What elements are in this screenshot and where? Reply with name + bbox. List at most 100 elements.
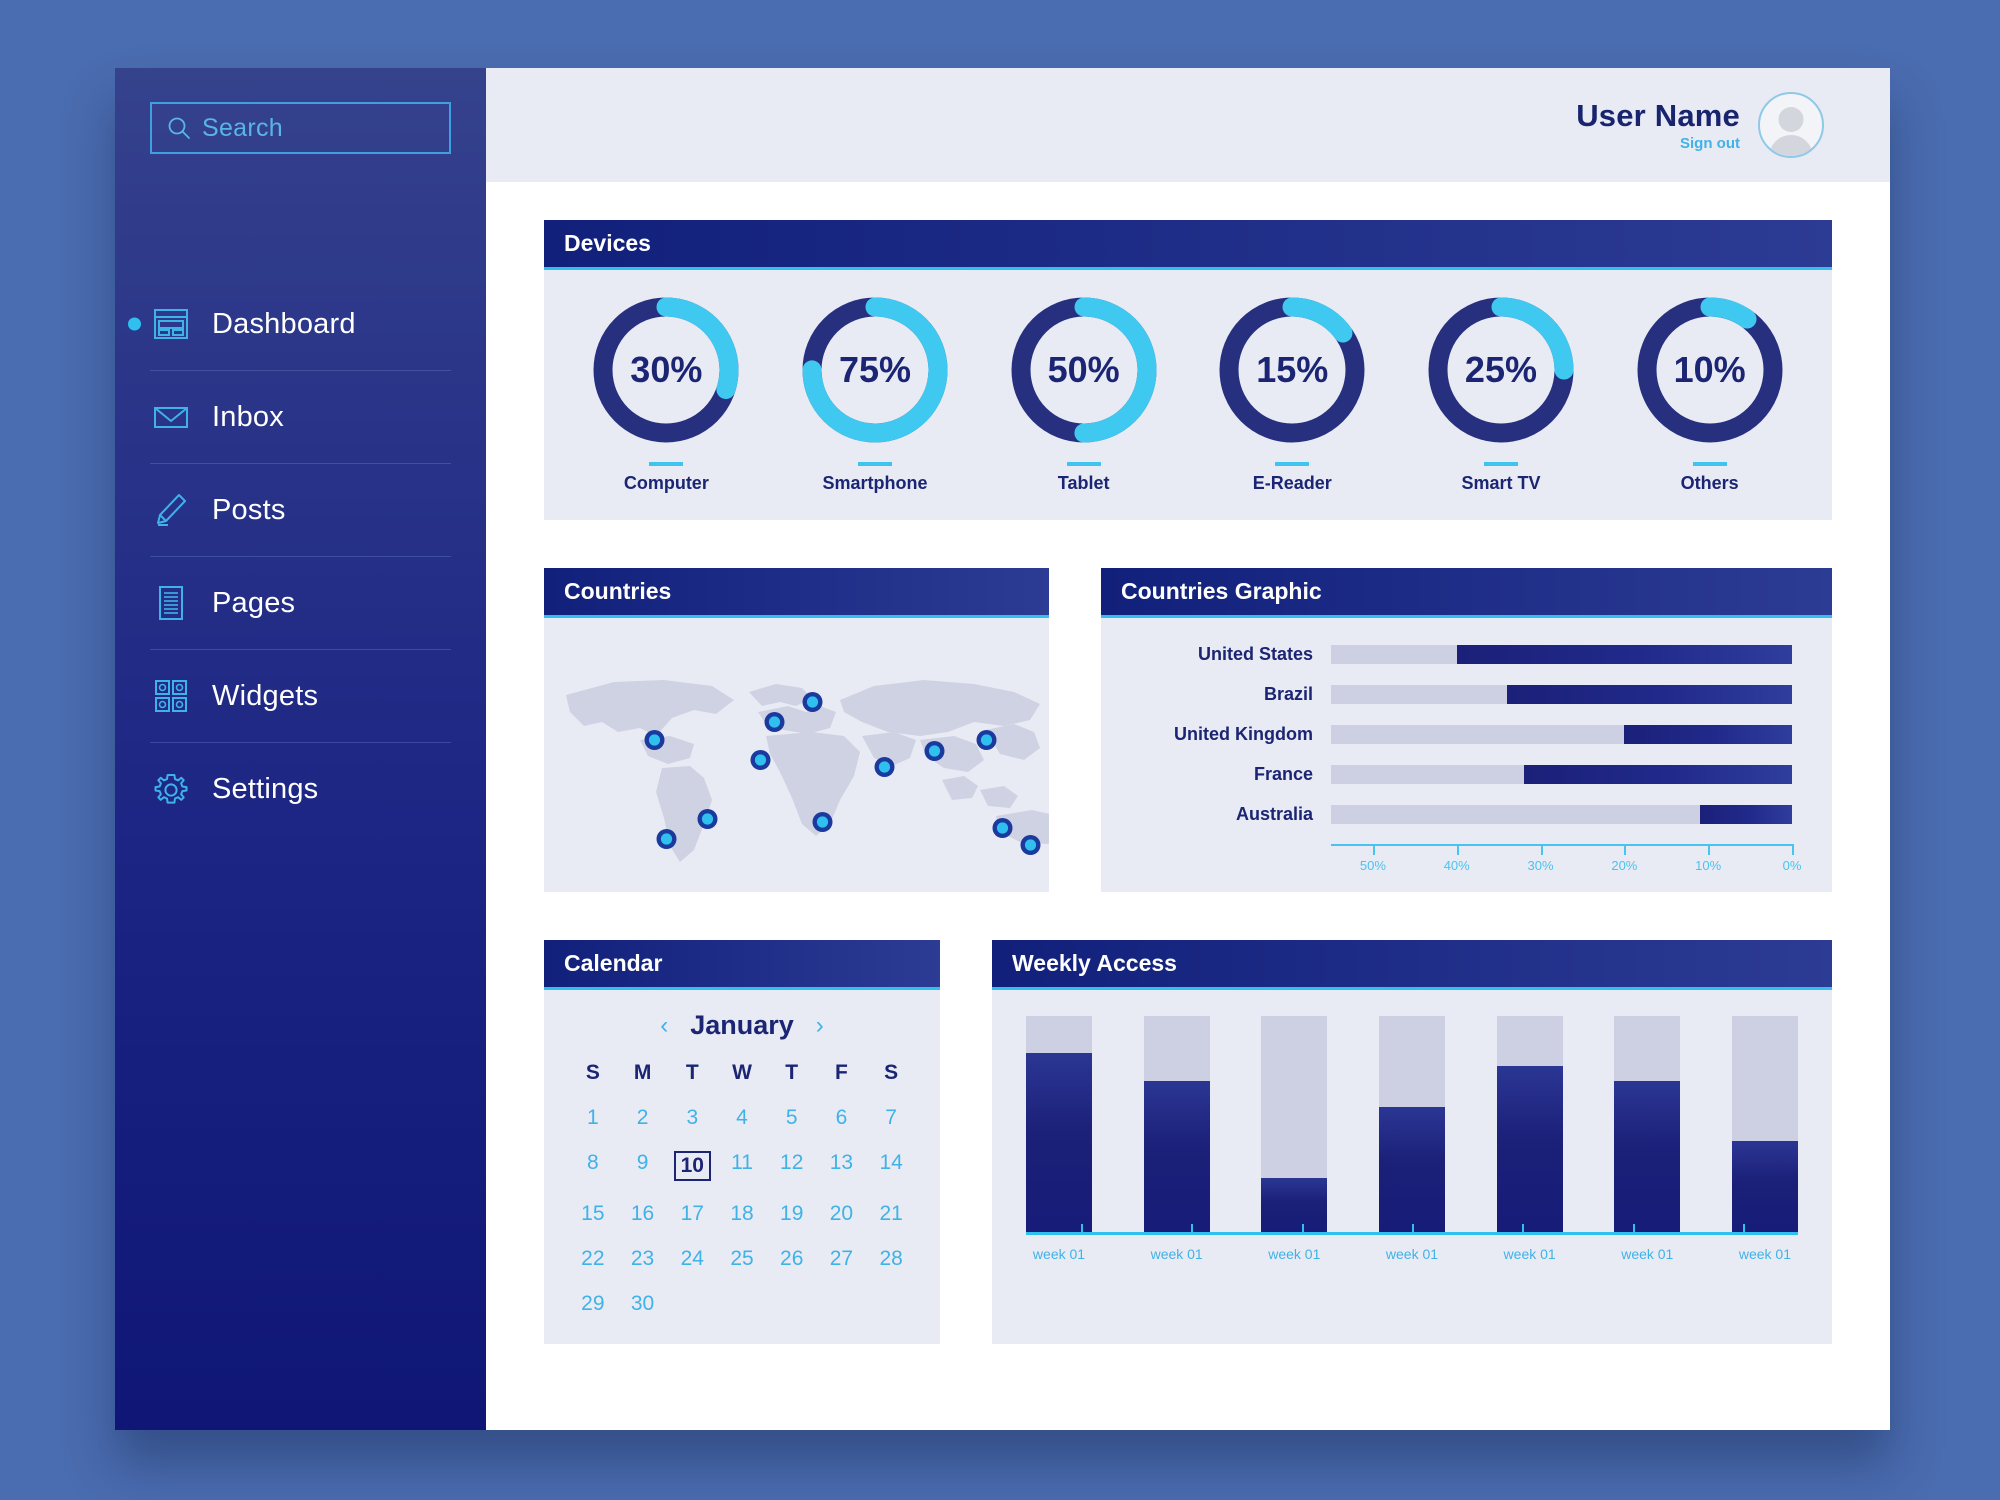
calendar-dow: S	[585, 1061, 600, 1084]
device-gauge: 15% E-Reader	[1214, 292, 1370, 494]
sidebar-item-dashboard[interactable]: Dashboard	[128, 278, 451, 371]
calendar-day[interactable]: 3	[667, 1100, 717, 1136]
weekly-bar-track	[1378, 1016, 1445, 1232]
weekly-bar-label: week 01	[1385, 1246, 1439, 1262]
calendar-day[interactable]: 8	[568, 1145, 618, 1187]
weekly-bar[interactable]	[1496, 1016, 1563, 1232]
sign-out-link[interactable]: Sign out	[1576, 135, 1740, 152]
sidebar-item-label: Inbox	[212, 400, 284, 433]
weekly-bar[interactable]	[1026, 1016, 1092, 1232]
calendar-day[interactable]: 2	[618, 1100, 668, 1136]
axis-tick	[1456, 844, 1459, 855]
weekly-bar-fill	[1143, 1080, 1210, 1232]
country-label: United Kingdom	[1174, 724, 1313, 744]
axis-tick	[1372, 844, 1375, 855]
country-bar-fill	[1507, 685, 1792, 704]
calendar-day[interactable]: 28	[866, 1241, 916, 1277]
weekly-bar[interactable]	[1378, 1016, 1445, 1232]
calendar-day[interactable]: 7	[866, 1100, 916, 1136]
weekly-bar[interactable]	[1261, 1016, 1328, 1232]
sidebar-item-label: Settings	[212, 773, 319, 805]
weekly-bar-fill	[1378, 1106, 1445, 1232]
next-month-button[interactable]: ›	[816, 1013, 824, 1038]
calendar-dow: W	[732, 1061, 752, 1084]
calendar-day[interactable]: 6	[817, 1100, 867, 1136]
calendar-day[interactable]: 30	[618, 1286, 668, 1322]
calendar-day[interactable]: 22	[568, 1241, 618, 1277]
weekly-axis-tick	[1191, 1224, 1194, 1232]
calendar-day[interactable]: 18	[717, 1196, 767, 1232]
calendar-day[interactable]: 26	[767, 1241, 817, 1277]
sidebar-item-pages[interactable]: Pages	[150, 557, 451, 650]
calendar-day[interactable]: 4	[717, 1100, 767, 1136]
axis-tick	[1624, 844, 1627, 855]
avatar-body	[1769, 135, 1813, 156]
sidebar-item-posts[interactable]: Posts	[150, 464, 451, 557]
weekly-bar[interactable]	[1731, 1016, 1798, 1232]
sidebar-item-label: Pages	[212, 586, 296, 619]
avatar-head	[1778, 107, 1804, 132]
search-icon	[166, 115, 192, 141]
sidebar-item-inbox[interactable]: Inbox	[150, 371, 451, 464]
donut-value: 10%	[1673, 349, 1746, 390]
weekly-axis-tick	[1412, 1224, 1414, 1232]
weekly-bar[interactable]	[1614, 1016, 1681, 1232]
weekly-bar-label: week 01	[1268, 1246, 1321, 1262]
sidebar-nav: Dashboard Inbox Posts Pages Widgets Sett…	[115, 278, 486, 836]
country-bar-track	[1331, 725, 1792, 744]
calendar-day[interactable]: 11	[717, 1145, 767, 1187]
avatar[interactable]	[1758, 92, 1824, 158]
search-input[interactable]: Search	[150, 102, 451, 154]
calendar-day[interactable]: 24	[667, 1241, 717, 1277]
calendar-day[interactable]: 13	[817, 1145, 867, 1187]
calendar-day[interactable]: 25	[717, 1241, 767, 1277]
donut-underline	[1275, 462, 1310, 466]
calendar-day[interactable]: 1	[568, 1100, 618, 1136]
topbar: User Name Sign out	[486, 68, 1890, 182]
device-gauge: 75% Smartphone	[797, 292, 953, 494]
calendar-day[interactable]: 16	[618, 1196, 668, 1232]
calendar-day-selected[interactable]: 10	[667, 1145, 717, 1187]
calendar-day[interactable]: 20	[817, 1196, 867, 1232]
calendar-day[interactable]: 21	[866, 1196, 916, 1232]
sidebar-item-widgets[interactable]: Widgets	[150, 650, 451, 743]
weekly-bar[interactable]	[1143, 1016, 1210, 1232]
calendar-month-label: January	[690, 1010, 794, 1040]
device-gauge: 50% Tablet	[1006, 292, 1162, 494]
calendar-day[interactable]: 14	[866, 1145, 916, 1187]
calendar-day[interactable]: 5	[767, 1100, 817, 1136]
donut-label: Computer	[623, 473, 709, 493]
weekly-axis-tick	[1632, 1224, 1635, 1232]
donut-underline	[857, 462, 892, 466]
sidebar-item-settings[interactable]: Settings	[150, 743, 451, 836]
calendar-dow: S	[884, 1061, 899, 1084]
prev-month-button[interactable]: ‹	[660, 1013, 668, 1038]
country-bar-track	[1331, 805, 1792, 824]
calendar-dow: T	[785, 1061, 799, 1084]
donut-chart: 10%	[1632, 292, 1788, 448]
calendar-day[interactable]: 29	[568, 1286, 618, 1322]
calendar-card: Calendar ‹ January › S M T W T F S 1 2 3 4 5 6 7 8 9 10 1…	[544, 940, 940, 1344]
weekly-bar-label: week 01	[1621, 1246, 1674, 1262]
calendar-day[interactable]: 12	[767, 1145, 817, 1187]
calendar-day[interactable]: 15	[568, 1196, 618, 1232]
calendar-day[interactable]: 27	[817, 1241, 867, 1277]
calendar-day[interactable]: 17	[667, 1196, 717, 1232]
weekly-access-body: week 01 week 01 week 01 week 01 week 01 week …	[992, 990, 1832, 1278]
calendar-dow: T	[685, 1061, 699, 1084]
axis-tick	[1792, 844, 1794, 855]
countries-card: Countries	[544, 568, 1049, 892]
calendar-day[interactable]: 9	[618, 1145, 668, 1187]
world-map[interactable]	[544, 618, 1049, 873]
calendar-day[interactable]: 19	[767, 1196, 817, 1232]
weekly-axis-tick	[1742, 1224, 1745, 1232]
weekly-axis-tick	[1301, 1224, 1304, 1232]
donut-value: 25%	[1464, 349, 1537, 390]
donut-chart: 25%	[1423, 292, 1579, 448]
donut-chart: 75%	[797, 292, 953, 448]
content: Devices 30% Computer 75% Smartphone 50% Table…	[486, 182, 1890, 1430]
weekly-bar-label: week 01	[1032, 1246, 1086, 1262]
calendar-day[interactable]: 23	[618, 1241, 668, 1277]
country-bar-fill	[1699, 805, 1792, 824]
axis-tick-label: 40%	[1443, 858, 1470, 873]
